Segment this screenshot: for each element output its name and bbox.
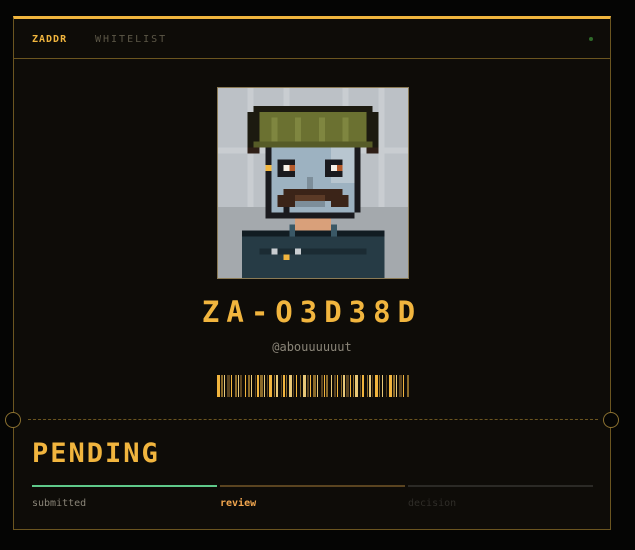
barcode-bar bbox=[283, 375, 285, 397]
barcode-bar bbox=[341, 375, 342, 397]
barcode-bar bbox=[326, 375, 328, 397]
barcode-bar bbox=[350, 375, 351, 397]
barcode-bar bbox=[281, 375, 282, 397]
barcode-bar bbox=[267, 375, 268, 397]
barcode bbox=[217, 375, 409, 397]
step-bar bbox=[32, 485, 217, 487]
barcode-bar bbox=[386, 375, 387, 397]
user-handle[interactable]: @abouuuuuut bbox=[14, 340, 610, 354]
barcode-graphic bbox=[217, 375, 409, 397]
barcode-bar bbox=[227, 375, 230, 397]
barcode-bar bbox=[289, 375, 292, 397]
barcode-bar bbox=[257, 375, 259, 397]
barcode-bar bbox=[240, 375, 242, 397]
barcode-bar bbox=[276, 375, 278, 397]
barcode-bar bbox=[313, 375, 316, 397]
barcode-bar bbox=[264, 375, 265, 397]
barcode-bar bbox=[346, 375, 349, 397]
ticket-notch-left bbox=[5, 412, 21, 428]
card-header: ZADDR WHITELIST bbox=[14, 19, 610, 59]
barcode-bar bbox=[307, 375, 309, 397]
step-decision: decision bbox=[408, 485, 593, 509]
barcode-bar bbox=[407, 375, 409, 397]
status-progress: submitted review decision bbox=[32, 485, 594, 525]
barcode-bar bbox=[248, 375, 250, 397]
barcode-bar bbox=[331, 375, 332, 397]
barcode-bar bbox=[369, 375, 371, 397]
barcode-bar bbox=[300, 375, 301, 397]
barcode-bar bbox=[221, 375, 223, 397]
barcode-bar bbox=[238, 375, 239, 397]
barcode-bar bbox=[334, 375, 336, 397]
step-bar bbox=[220, 485, 405, 487]
barcode-bar bbox=[396, 375, 397, 397]
step-submitted: submitted bbox=[32, 485, 217, 509]
barcode-bar bbox=[379, 375, 380, 397]
barcode-bar bbox=[399, 375, 402, 397]
barcode-bar bbox=[303, 375, 306, 397]
step-bar bbox=[408, 485, 593, 487]
barcode-bar bbox=[360, 375, 361, 397]
page: ZADDR WHITELIST ZA-O3D38D @abouuuuuut PE… bbox=[0, 0, 635, 550]
ticket-notch-right bbox=[603, 412, 619, 428]
barcode-bar bbox=[310, 375, 311, 397]
barcode-bar bbox=[217, 375, 220, 397]
barcode-bar bbox=[321, 375, 323, 397]
barcode-bar bbox=[296, 375, 297, 397]
barcode-bar bbox=[389, 375, 392, 397]
barcode-bar bbox=[367, 375, 368, 397]
barcode-bar bbox=[317, 375, 318, 397]
barcode-bar bbox=[362, 375, 364, 397]
barcode-bar bbox=[260, 375, 263, 397]
barcode-bar bbox=[355, 375, 358, 397]
barcode-bar bbox=[324, 375, 325, 397]
barcode-bar bbox=[372, 375, 373, 397]
barcode-bar bbox=[403, 375, 404, 397]
barcode-bar bbox=[224, 375, 225, 397]
barcode-bar bbox=[382, 375, 383, 397]
step-label: decision bbox=[408, 498, 457, 509]
avatar-pixel-art bbox=[218, 88, 408, 278]
barcode-bar bbox=[255, 375, 256, 397]
avatar bbox=[217, 87, 409, 279]
barcode-bar bbox=[293, 375, 294, 397]
ticket-divider bbox=[28, 419, 598, 420]
barcode-bar bbox=[231, 375, 232, 397]
barcode-bar bbox=[375, 375, 378, 397]
barcode-bar bbox=[274, 375, 275, 397]
status-dot bbox=[589, 37, 593, 41]
token-id: ZA-O3D38D bbox=[201, 295, 423, 329]
barcode-bar bbox=[251, 375, 252, 397]
status-title: PENDING bbox=[32, 438, 160, 469]
nav-link-whitelist[interactable]: WHITELIST bbox=[95, 34, 167, 45]
barcode-bar bbox=[393, 375, 395, 397]
barcode-bar bbox=[353, 375, 354, 397]
step-review: review bbox=[220, 485, 405, 509]
step-label: submitted bbox=[32, 498, 87, 509]
barcode-bar bbox=[286, 375, 287, 397]
barcode-bar bbox=[269, 375, 272, 397]
barcode-bar bbox=[245, 375, 246, 397]
step-label: review bbox=[220, 498, 257, 509]
barcode-bar bbox=[337, 375, 338, 397]
barcode-bar bbox=[343, 375, 345, 397]
brand-logo[interactable]: ZADDR bbox=[32, 34, 67, 45]
barcode-bar bbox=[235, 375, 237, 397]
whitelist-card: ZADDR WHITELIST ZA-O3D38D @abouuuuuut PE… bbox=[5, 16, 619, 530]
